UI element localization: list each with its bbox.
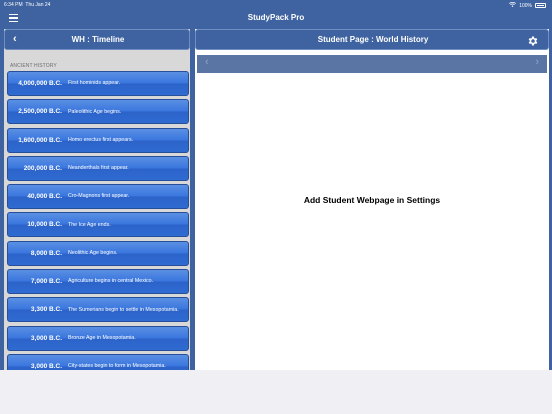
timeline-item[interactable]: 8,000 B.C. Neolithic Age begins. [7,240,189,266]
timeline-header: ‹ WH : Timeline [4,29,190,50]
timeline-date: 10,000 B.C. [27,221,62,229]
timeline-item[interactable]: 3,000 B.C. Bronze Age in Mesopotamia. [7,325,189,351]
status-time-text: 6:34 PM [4,2,23,8]
timeline-event: Cro-Magnons first appear. [68,193,130,200]
timeline-event: Homo erectus first appears. [68,136,134,143]
status-time: 6:34 PM Thu Jan 24 [4,2,50,8]
timeline-event: Agriculture begins in central Mexico. [68,278,154,285]
timeline-event: First hominids appear. [68,80,121,87]
web-back-chevron-icon[interactable]: ‹ [205,56,209,68]
timeline-date: 3,300 B.C. [30,306,62,314]
timeline-event: The Sumerians begin to settle in Mesopot… [68,306,179,313]
timeline-list: 4,000,000 B.C. First hominids appear. 2,50… [7,71,189,370]
timeline-date: 2,500,000 B.C. [18,108,62,116]
timeline-item[interactable]: 200,000 B.C. Neanderthals first appear. [7,155,189,181]
status-right: 100% [509,1,546,9]
timeline-event: The Ice Age ends. [68,221,111,228]
timeline-date: 40,000 B.C. [27,193,62,201]
student-page-title: Student Page : World History [317,35,429,44]
wifi-icon [509,1,517,9]
timeline-event: Bronze Age in Mesopotamia. [68,334,136,341]
timeline-date: 200,000 B.C. [23,164,62,172]
timeline-item[interactable]: 2,500,000 B.C. Paleolithic Age begins. [7,99,189,125]
timeline-item[interactable]: 1,600,000 B.C. Homo erectus first appears… [7,127,189,153]
timeline-date: 7,000 B.C. [30,278,62,286]
timeline-item[interactable]: 40,000 B.C. Cro-Magnons first appear. [7,184,189,210]
battery-icon [535,3,546,8]
web-navigation-bar: ‹ › [197,55,547,73]
timeline-date: 1,600,000 B.C. [18,136,62,144]
timeline-panel: ‹ WH : Timeline ANCIENT HISTORY 4,000,00… [4,29,190,370]
battery-percent: 100% [519,2,532,9]
section-header: ANCIENT HISTORY [10,63,57,69]
timeline-event: Neanderthals first appear. [68,165,129,172]
bottom-area [0,370,552,414]
empty-webpage-message: Add Student Webpage in Settings [303,195,441,205]
timeline-date: 8,000 B.C. [30,249,62,257]
timeline-item[interactable]: 3,000 B.C. City-states begin to form in M… [7,353,189,370]
timeline-item[interactable]: 10,000 B.C. The Ice Age ends. [7,212,189,238]
status-bar: 6:34 PM Thu Jan 24 100% [0,0,552,9]
app-title: StudyPack Pro [247,13,305,22]
app-nav-bar: StudyPack Pro [0,9,552,29]
timeline-item[interactable]: 7,000 B.C. Agriculture begins in central … [7,269,189,295]
web-forward-chevron-icon[interactable]: › [535,56,539,68]
timeline-item[interactable]: 3,300 B.C. The Sumerians begin to settle … [7,297,189,323]
timeline-date: 3,000 B.C. [30,362,62,370]
timeline-event: Paleolithic Age begins. [68,108,122,115]
timeline-date: 4,000,000 B.C. [18,80,62,87]
timeline-date: 3,000 B.C. [30,334,62,342]
gear-icon[interactable] [527,34,539,46]
timeline-title: WH : Timeline [71,35,125,44]
timeline-item[interactable]: 4,000,000 B.C. First hominids appear. [7,71,189,96]
timeline-event: City-states begin to form in Mesopotamia… [68,363,166,370]
student-page-panel: Student Page : World History ‹ › Add Stu… [195,29,549,370]
status-date: Thu Jan 24 [25,2,51,8]
student-page-header: Student Page : World History [195,29,549,50]
timeline-event: Neolithic Age begins. [68,250,118,257]
